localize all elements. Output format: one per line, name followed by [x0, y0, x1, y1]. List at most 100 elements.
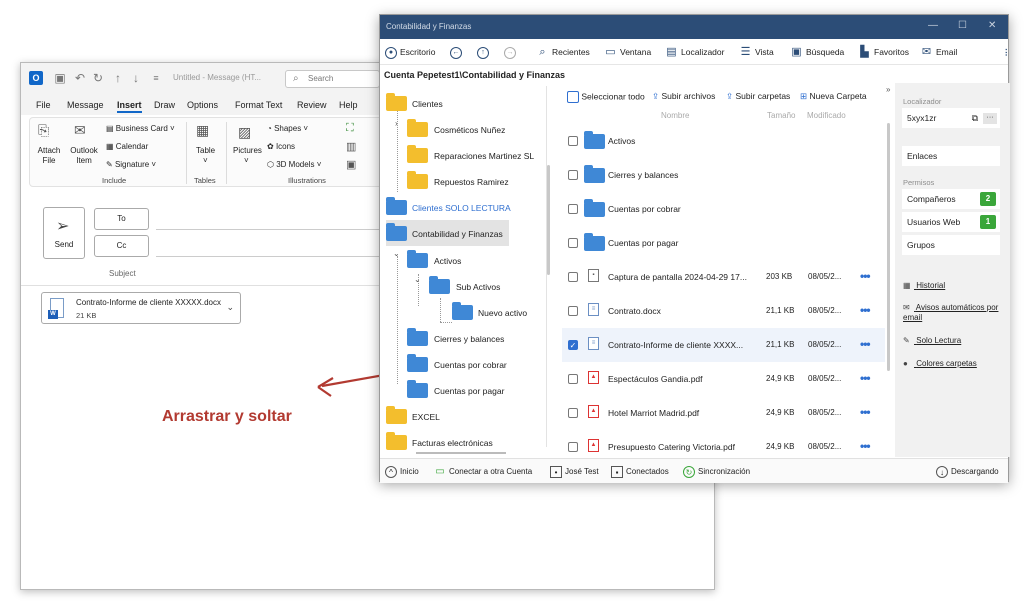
user-button[interactable]: • José Test [550, 466, 599, 478]
sincronizacion-button[interactable]: ↻ Sincronización [683, 466, 750, 478]
column-size[interactable]: Tamaño [767, 111, 795, 120]
folder-icon [452, 302, 473, 320]
copy-icon[interactable]: ⧉ [972, 108, 978, 128]
forward-button[interactable]: → [504, 45, 519, 59]
list-item[interactable]: Cierres y balances [562, 158, 885, 192]
conectados-button[interactable]: ▪ Conectados [611, 466, 669, 478]
back-button[interactable]: ← [450, 45, 465, 59]
list-item[interactable]: ≡ Contrato.docx 21,1 KB 08/05/2... ••• [562, 294, 885, 328]
list-item[interactable]: ▲ Espectáculos Gandia.pdf 24,9 KB 08/05/… [562, 362, 885, 396]
tree-item-nuevo-activo[interactable]: Nuevo activo [452, 301, 547, 323]
recientes-button[interactable]: ⌕ Recientes [536, 45, 589, 59]
usuarios-web-button[interactable]: Usuarios Web 1 [902, 212, 1000, 232]
avisos-link[interactable]: ✉ Avisos automáticos por email [903, 303, 1003, 323]
tree-item-clientes[interactable]: Clientes [386, 92, 536, 114]
localizador-button[interactable]: ▤ Localizador [665, 45, 724, 59]
folder-icon [386, 432, 407, 450]
item-name: Captura de pantalla 2024-04-29 17... [608, 272, 747, 282]
list-item[interactable]: Cuentas por cobrar [562, 192, 885, 226]
pdf-file-icon: ▲ [588, 371, 599, 384]
solo-lectura-link[interactable]: ✎ Solo Lectura [903, 336, 961, 345]
enlaces-button[interactable]: Enlaces [902, 146, 1000, 166]
row-checkbox[interactable] [568, 442, 578, 452]
more-options-icon[interactable]: ••• [860, 337, 871, 351]
tree-horizontal-scrollbar[interactable] [416, 452, 506, 454]
tree-item-reparaciones-martinez[interactable]: Reparaciones Martinez SL [407, 144, 547, 166]
more-options-icon[interactable]: ••• [860, 371, 871, 385]
folder-icon [407, 328, 428, 346]
grupos-button[interactable]: Grupos [902, 235, 1000, 255]
maximize-icon[interactable]: ☐ [958, 20, 967, 31]
row-checkbox[interactable] [568, 306, 578, 316]
tree-item-cierres-balances[interactable]: Cierres y balances [407, 327, 547, 349]
tree-item-facturas-electronicas[interactable]: Facturas electrónicas [386, 431, 536, 453]
chevron-right-icon[interactable]: › [395, 119, 398, 128]
chevron-down-icon[interactable]: ⌄ [414, 275, 421, 284]
historial-link[interactable]: ▦ Historial [903, 281, 945, 290]
inicio-button[interactable]: ^ Inicio [385, 466, 419, 478]
ventana-button[interactable]: ▭ Ventana [604, 45, 651, 59]
list-scrollbar[interactable] [887, 123, 890, 371]
more-options-icon[interactable]: ••• [860, 405, 871, 419]
row-checkbox[interactable] [568, 272, 578, 282]
close-icon[interactable]: ✕ [988, 20, 996, 31]
tree-item-cuentas-por-cobrar[interactable]: Cuentas por cobrar [407, 353, 547, 375]
minimize-icon[interactable]: — [928, 20, 938, 31]
folder-icon [386, 93, 407, 111]
row-checkbox[interactable] [568, 238, 578, 248]
row-checkbox[interactable] [568, 204, 578, 214]
companeros-button[interactable]: Compañeros 2 [902, 189, 1000, 209]
favoritos-button[interactable]: ▙ Favoritos [858, 45, 909, 59]
more-options-icon[interactable]: ••• [860, 269, 871, 283]
more-options-icon[interactable]: ••• [860, 439, 871, 453]
row-checkbox[interactable] [568, 408, 578, 418]
up-button[interactable]: ↑ [477, 45, 492, 59]
conectar-cuenta-button[interactable]: ▭ Conectar a otra Cuenta [434, 466, 532, 478]
tree-item-cosmeticos-nunez[interactable]: Cosméticos Nuñez [407, 118, 547, 140]
email-icon: ✉ [921, 46, 932, 59]
item-name: Presupuesto Catering Victoria.pdf [608, 442, 735, 452]
row-checkbox[interactable] [568, 170, 578, 180]
folder-icon [429, 276, 450, 294]
tree-item-cuentas-por-pagar[interactable]: Cuentas por pagar [407, 379, 547, 401]
list-item[interactable]: ▲ Hotel Marriot Madrid.pdf 24,9 KB 08/05… [562, 396, 885, 430]
new-folder-button[interactable]: ⊞ Nueva Carpeta [800, 91, 867, 102]
localizador-field[interactable]: 5xyx1zr ⧉ ··· [902, 108, 1000, 128]
tree-item-excel[interactable]: EXCEL [386, 405, 536, 427]
escritorio-button[interactable]: ● Escritorio [385, 45, 435, 59]
row-checkbox-checked[interactable] [568, 340, 578, 350]
tree-item-clientes-solo-lectura[interactable]: Clientes SOLO LECTURA [386, 196, 536, 218]
tree-item-contabilidad-finanzas[interactable]: Contabilidad y Finanzas [386, 220, 509, 246]
chevron-double-right-icon[interactable]: » [886, 85, 890, 94]
colores-carpetas-link[interactable]: ● Colores carpetas [903, 359, 977, 368]
list-item[interactable]: Activos [562, 124, 885, 158]
more-vertical-icon[interactable]: ⋮ [1002, 45, 1011, 59]
busqueda-button[interactable]: ▣ Búsqueda [790, 45, 844, 59]
chevron-down-icon[interactable]: ⌄ [393, 249, 400, 258]
descargando-button[interactable]: ↓ Descargando [936, 466, 999, 478]
tree-item-repuestos-ramirez[interactable]: Repuestos Ramirez [407, 170, 547, 192]
row-checkbox[interactable] [568, 374, 578, 384]
list-item[interactable]: ▪ Captura de pantalla 2024-04-29 17... 2… [562, 260, 885, 294]
item-name: Cuentas por pagar [608, 238, 679, 248]
list-item-selected[interactable]: ≡ Contrato-Informe de cliente XXXX... 21… [562, 328, 885, 362]
upload-files-button[interactable]: ⇪ Subir archivos [652, 91, 715, 102]
item-modified: 08/05/2... [808, 340, 842, 349]
pdf-file-icon: ▲ [588, 405, 599, 418]
select-all-button[interactable]: Seleccionar todo [567, 91, 645, 103]
more-options-icon[interactable]: ••• [860, 303, 871, 317]
list-item[interactable]: ▲ Presupuesto Catering Victoria.pdf 24,9… [562, 430, 885, 458]
list-item[interactable]: Cuentas por pagar [562, 226, 885, 260]
more-icon[interactable]: ··· [983, 113, 997, 124]
connected-users-icon: ▪ [611, 466, 623, 478]
row-checkbox[interactable] [568, 136, 578, 146]
email-button[interactable]: ✉ Email [920, 45, 957, 59]
tree-item-activos[interactable]: Activos [407, 249, 527, 271]
column-modified[interactable]: Modificado [807, 111, 846, 120]
favorites-icon: ▙ [860, 46, 869, 59]
tree-scrollbar[interactable] [547, 165, 550, 275]
upload-folders-button[interactable]: ⇪ Subir carpetas [726, 91, 790, 102]
vista-button[interactable]: ☰ Vista [739, 45, 774, 59]
tree-item-sub-activos[interactable]: Sub Activos [429, 275, 539, 297]
column-name[interactable]: Nombre [661, 111, 689, 120]
